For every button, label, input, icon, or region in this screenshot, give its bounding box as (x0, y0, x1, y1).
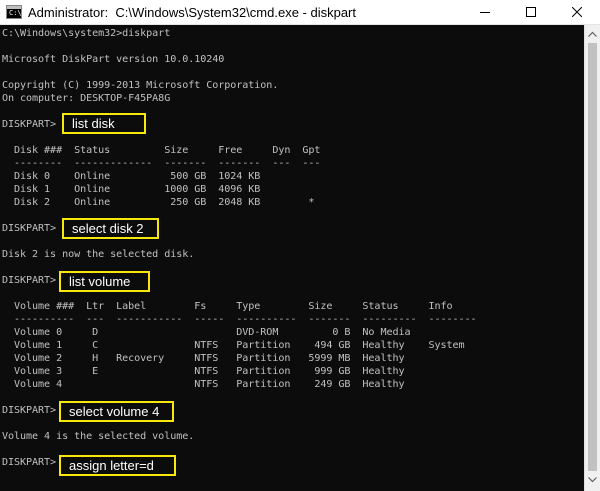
console-line: Disk 2 is now the selected disk. (2, 249, 195, 260)
console-prompt: DISKPART> (2, 119, 57, 130)
disk-table-separator: -------- ------------- ------- ------- -… (2, 158, 321, 169)
close-icon (572, 7, 582, 17)
console-prompt: DISKPART> (2, 275, 57, 286)
command-callout-select-volume: select volume 4 (59, 401, 174, 422)
scrollbar-thumb[interactable] (588, 43, 597, 471)
console-line: Copyright (C) 1999-2013 Microsoft Corpor… (2, 80, 279, 91)
disk-table-row: Disk 0 Online 500 GB 1024 KB (2, 171, 261, 182)
console-line: Microsoft DiskPart version 10.0.10240 (2, 54, 225, 65)
volume-table-row: Volume 0 D DVD-ROM 0 B No Media (2, 327, 411, 338)
disk-table-row: Disk 1 Online 1000 GB 4096 KB (2, 184, 261, 195)
command-callout-assign-letter: assign letter=d (59, 455, 176, 476)
command-callout-list-disk: list disk (62, 113, 146, 134)
console-prompt: DISKPART> (2, 223, 57, 234)
console-line: C:\Windows\system32>diskpart (2, 28, 171, 39)
scroll-down-icon[interactable] (588, 477, 597, 483)
command-callout-list-volume: list volume (59, 271, 150, 292)
console-output[interactable]: C:\Windows\system32>diskpart Microsoft D… (0, 25, 584, 491)
volume-table-row: Volume 4 NTFS Partition 249 GB Healthy (2, 379, 405, 390)
scroll-up-icon[interactable] (588, 31, 597, 37)
command-callout-select-disk: select disk 2 (62, 218, 159, 239)
minimize-icon (480, 12, 490, 13)
console-line: On computer: DESKTOP-F45PA8G (2, 93, 171, 104)
cmd-icon[interactable]: C:\ (6, 5, 22, 19)
console-line: Volume 4 is the selected volume. (2, 431, 195, 442)
volume-table-row: Volume 1 C NTFS Partition 494 GB Healthy… (2, 340, 465, 351)
volume-table-separator: ---------- --- ----------- ----- -------… (2, 314, 477, 325)
volume-table-row: Volume 3 E NTFS Partition 999 GB Healthy (2, 366, 405, 377)
vertical-scrollbar[interactable] (584, 25, 600, 491)
disk-table-header: Disk ### Status Size Free Dyn Gpt (2, 145, 321, 156)
window-title: Administrator: C:\Windows\System32\cmd.e… (28, 5, 356, 20)
volume-table-header: Volume ### Ltr Label Fs Type Size Status… (2, 301, 453, 312)
maximize-icon (526, 7, 536, 17)
minimize-button[interactable] (462, 0, 508, 24)
console-prompt: DISKPART> (2, 405, 57, 416)
cmd-icon-glyph: C:\ (9, 9, 22, 17)
close-button[interactable] (554, 0, 600, 24)
disk-table-row: Disk 2 Online 250 GB 2048 KB * (2, 197, 315, 208)
title-bar: C:\ Administrator: C:\Windows\System32\c… (0, 0, 600, 25)
volume-table-row: Volume 2 H Recovery NTFS Partition 5999 … (2, 353, 405, 364)
maximize-button[interactable] (508, 0, 554, 24)
console-prompt: DISKPART> (2, 457, 57, 468)
